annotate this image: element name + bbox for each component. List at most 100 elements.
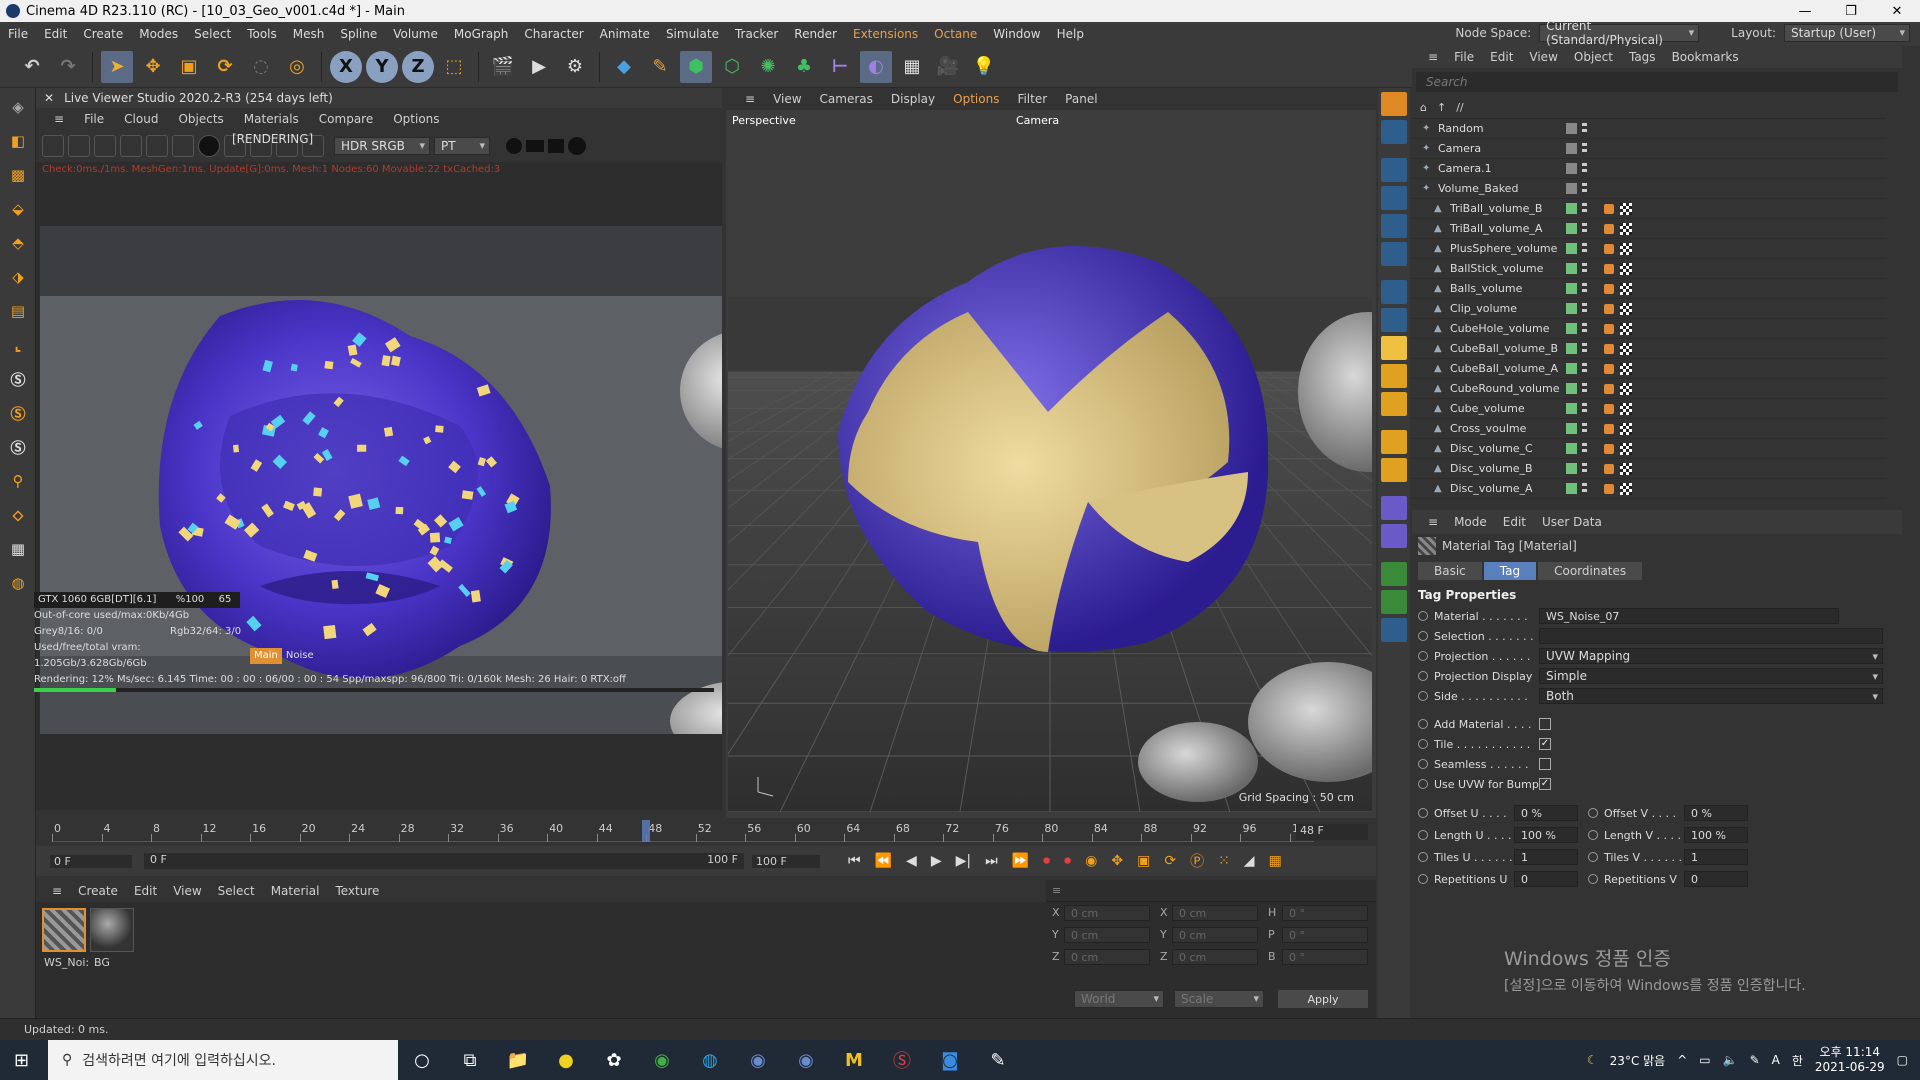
material-tag-icon[interactable] bbox=[1620, 442, 1632, 455]
uv-mode-icon[interactable]: ▤ bbox=[3, 296, 33, 326]
octane-scatter-icon[interactable] bbox=[1381, 308, 1407, 332]
lv-settings-icon[interactable] bbox=[146, 135, 168, 157]
material-swatch-bg[interactable] bbox=[90, 908, 134, 952]
tab-coordinates[interactable]: Coordinates bbox=[1538, 562, 1643, 580]
material-tag-icon[interactable] bbox=[1620, 302, 1632, 315]
tiles-u-field[interactable]: 1 bbox=[1514, 849, 1578, 865]
start-frame-field[interactable]: 0 F bbox=[50, 854, 132, 868]
snap-icon[interactable]: Ⓢ bbox=[3, 364, 33, 394]
vp-display[interactable]: Display bbox=[882, 92, 944, 106]
visibility-dots-icon[interactable] bbox=[1582, 402, 1587, 415]
up-icon[interactable]: ↑ bbox=[1437, 101, 1446, 114]
visibility-dots-icon[interactable] bbox=[1582, 262, 1587, 275]
key-param-icon[interactable]: Ⓟ bbox=[1190, 851, 1204, 871]
material-tag-icon[interactable] bbox=[1620, 362, 1632, 375]
attr-menu-icon[interactable]: ≡ bbox=[1420, 515, 1446, 529]
size-field[interactable]: 0 cm bbox=[1172, 949, 1258, 965]
octane-tag-icon[interactable] bbox=[1604, 283, 1614, 294]
mm-menu-material[interactable]: Material bbox=[263, 884, 328, 898]
object-row[interactable]: ✦ Camera bbox=[1412, 139, 1886, 159]
keyframe-selection-icon[interactable]: ◉ bbox=[1085, 853, 1097, 869]
edges-mode-icon[interactable]: ⬘ bbox=[3, 228, 33, 258]
octane-cursor-icon[interactable] bbox=[1381, 392, 1407, 416]
menu-help[interactable]: Help bbox=[1049, 27, 1092, 41]
offset-v-field[interactable]: 0 % bbox=[1684, 805, 1748, 821]
app-icon[interactable]: ✿ bbox=[596, 1042, 632, 1078]
mm-menu-edit[interactable]: Edit bbox=[126, 884, 165, 898]
zoom-icon[interactable]: ◙ bbox=[932, 1042, 968, 1078]
layer-color-swatch[interactable] bbox=[1566, 283, 1577, 294]
gimbal-icon[interactable]: ◎ bbox=[281, 51, 313, 83]
tab-tag[interactable]: Tag bbox=[1483, 562, 1537, 580]
layer-color-swatch[interactable] bbox=[1566, 323, 1577, 334]
y-axis-icon[interactable]: Y bbox=[366, 50, 398, 83]
light-icon[interactable]: 💡 bbox=[968, 51, 1000, 83]
menu-file[interactable]: File bbox=[0, 27, 36, 41]
lv-menu-compare[interactable]: Compare bbox=[309, 112, 383, 126]
object-row[interactable]: ✦ Camera.1 bbox=[1412, 159, 1886, 179]
length-v-field[interactable]: 100 % bbox=[1684, 827, 1748, 843]
make-editable-icon[interactable]: ◈ bbox=[3, 92, 33, 122]
om-menu-file[interactable]: File bbox=[1446, 50, 1482, 64]
layer-color-swatch[interactable] bbox=[1566, 183, 1577, 194]
grid-icon[interactable]: ▦ bbox=[3, 534, 33, 564]
visibility-dots-icon[interactable] bbox=[1582, 182, 1587, 195]
end-frame-field[interactable]: 100 F bbox=[752, 854, 820, 868]
extrude-icon[interactable]: ⬡ bbox=[716, 51, 748, 83]
apply-button[interactable]: Apply bbox=[1278, 990, 1368, 1008]
key-pla-icon[interactable]: ⁙ bbox=[1218, 853, 1230, 869]
lv-restart-icon[interactable] bbox=[68, 135, 90, 157]
panel-menu-icon[interactable]: ≡ bbox=[44, 112, 74, 126]
texture-mode-icon[interactable]: ▩ bbox=[3, 160, 33, 190]
octane-text-icon[interactable] bbox=[1381, 496, 1407, 520]
next-key-icon[interactable]: ⏩ bbox=[1012, 853, 1029, 869]
cloner-icon[interactable]: ✺ bbox=[752, 51, 784, 83]
language-indicator[interactable]: 한 bbox=[1792, 1052, 1803, 1069]
cube-icon[interactable]: ◆ bbox=[608, 51, 640, 83]
subdivision-icon[interactable]: ⬢ bbox=[680, 50, 712, 83]
minimize-button[interactable]: — bbox=[1782, 0, 1828, 22]
kernel-select[interactable]: PT bbox=[434, 137, 490, 155]
file-explorer-icon[interactable]: 📁 bbox=[500, 1042, 536, 1078]
goto-start-icon[interactable]: ⏮ bbox=[848, 853, 861, 869]
material-tag-icon[interactable] bbox=[1620, 482, 1632, 495]
menu-edit[interactable]: Edit bbox=[36, 27, 75, 41]
vp-filter[interactable]: Filter bbox=[1008, 92, 1056, 106]
vp-options[interactable]: Options bbox=[944, 92, 1008, 106]
playhead[interactable] bbox=[642, 820, 651, 842]
length-u-field[interactable]: 100 % bbox=[1514, 827, 1578, 843]
octane-object-tag-icon[interactable] bbox=[1381, 280, 1407, 304]
octane-tag-icon[interactable] bbox=[1604, 443, 1614, 454]
attr-menu-edit[interactable]: Edit bbox=[1495, 515, 1534, 529]
object-row[interactable]: ▲ Disc_volume_C bbox=[1412, 439, 1886, 459]
octane-sky-icon[interactable] bbox=[1381, 242, 1407, 266]
menu-window[interactable]: Window bbox=[985, 27, 1048, 41]
object-row[interactable]: ▲ PlusSphere_volume bbox=[1412, 239, 1886, 259]
viewport-canvas[interactable]: Perspective Camera Grid Spacing : 50 cm bbox=[728, 112, 1372, 812]
lv-ball-icon[interactable] bbox=[506, 138, 522, 154]
m-app-icon[interactable]: M bbox=[836, 1042, 872, 1078]
red-app-icon[interactable]: Ⓢ bbox=[884, 1042, 920, 1078]
layer-color-swatch[interactable] bbox=[1566, 163, 1577, 174]
menu-character[interactable]: Character bbox=[516, 27, 591, 41]
octane-tag-icon[interactable] bbox=[1604, 303, 1614, 314]
goto-end-icon[interactable]: ⏭ bbox=[985, 853, 998, 869]
layer-color-swatch[interactable] bbox=[1566, 123, 1577, 134]
octane-tree-icon[interactable] bbox=[1381, 562, 1407, 586]
octane-tag-icon[interactable] bbox=[1604, 263, 1614, 274]
material-tag-icon[interactable] bbox=[1620, 382, 1632, 395]
material-tag-icon[interactable] bbox=[1620, 202, 1632, 215]
task-view-icon[interactable]: ⧉ bbox=[452, 1042, 488, 1078]
material-tag-icon[interactable] bbox=[1620, 242, 1632, 255]
layer-color-swatch[interactable] bbox=[1566, 363, 1577, 374]
octane-fog-icon[interactable] bbox=[1381, 364, 1407, 388]
visibility-dots-icon[interactable] bbox=[1582, 322, 1587, 335]
object-row[interactable]: ▲ CubeRound_volume bbox=[1412, 379, 1886, 399]
cinema4d-icon[interactable]: ◉ bbox=[740, 1042, 776, 1078]
ime-mode[interactable]: A bbox=[1772, 1053, 1780, 1067]
layer-color-swatch[interactable] bbox=[1566, 463, 1577, 474]
taskbar-search-input[interactable]: ⚲ 검색하려면 여기에 입력하십시오. bbox=[48, 1040, 398, 1080]
camera-label[interactable]: Camera bbox=[1016, 114, 1059, 127]
projection-display-select[interactable]: Simple bbox=[1539, 668, 1883, 684]
octane-tag-icon[interactable] bbox=[1604, 403, 1614, 414]
